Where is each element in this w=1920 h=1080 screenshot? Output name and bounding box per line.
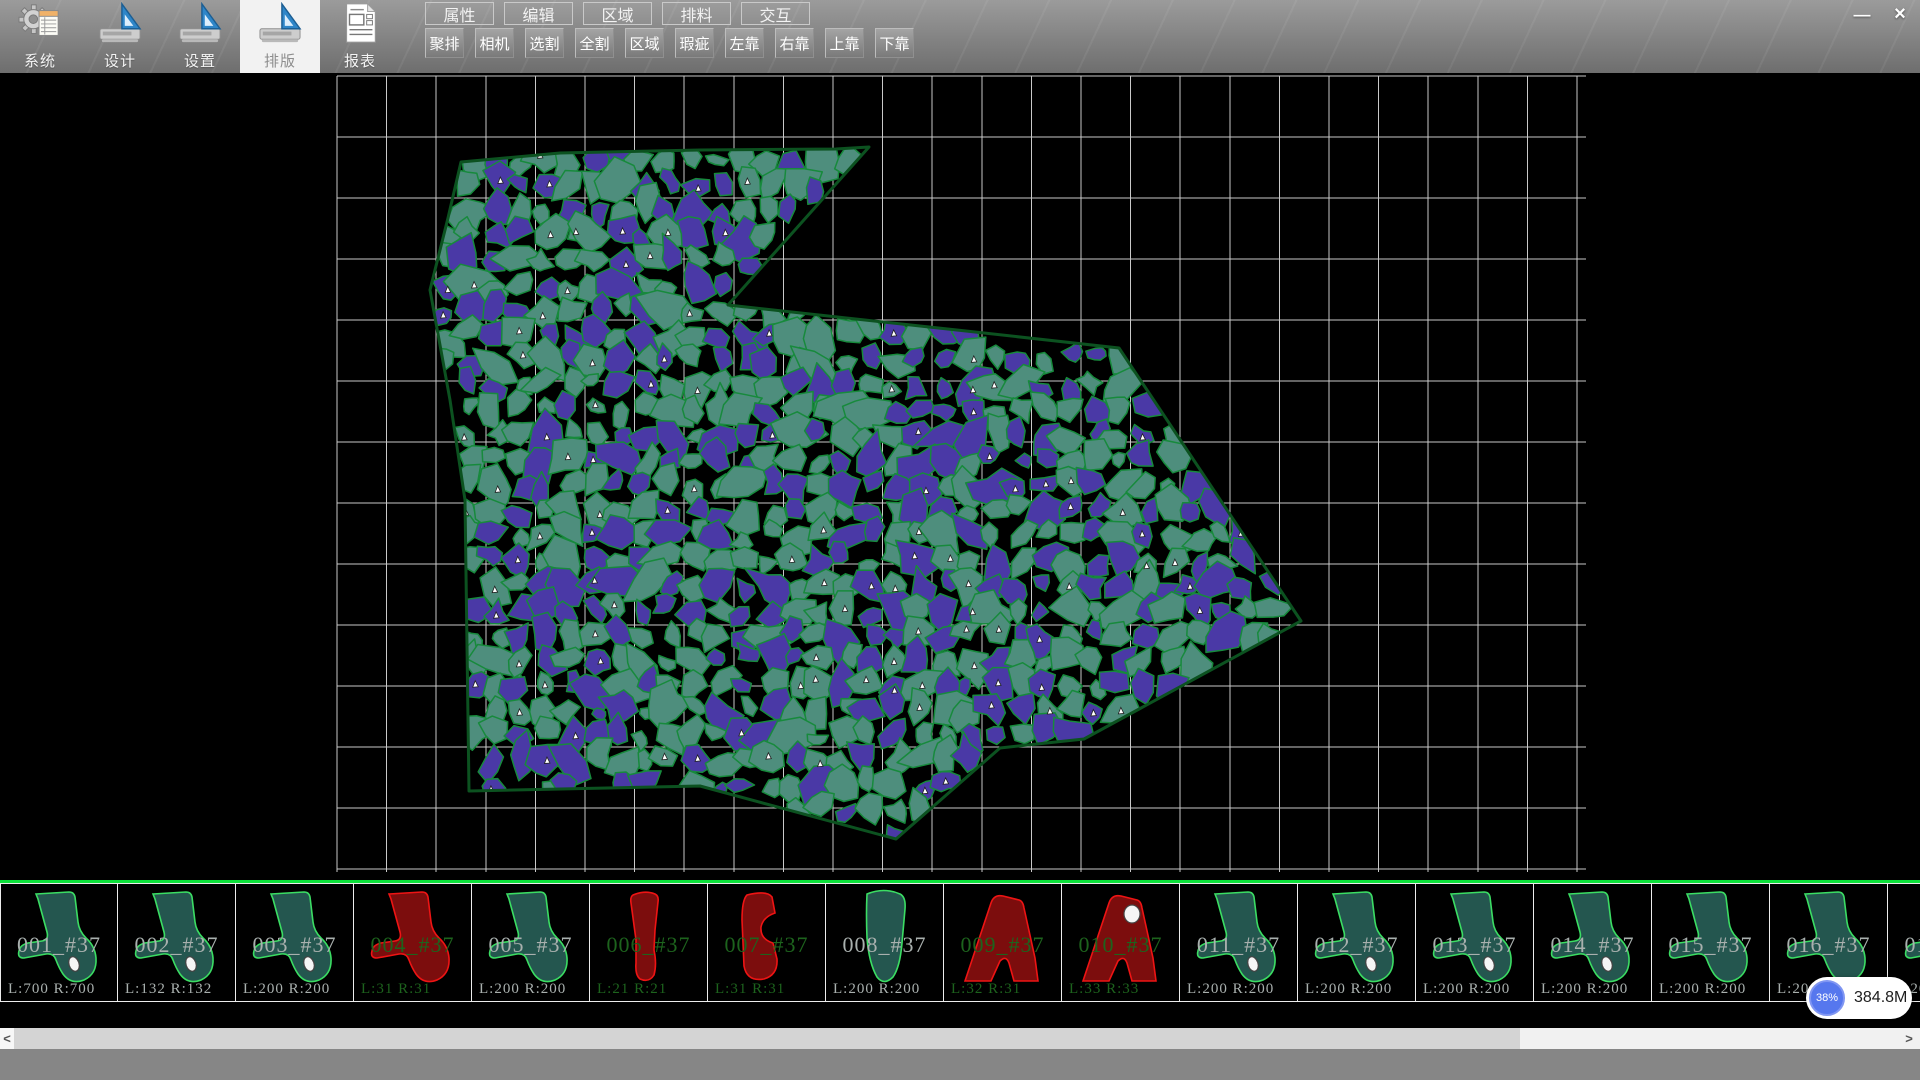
app-button-bar: 系统 设计 设置 排版 报表 <box>0 0 400 73</box>
piece-id-label: 013_#37 <box>1416 932 1533 958</box>
app-button-label: 设置 <box>184 50 216 71</box>
menu-tab-2[interactable]: 编辑 <box>504 2 573 25</box>
piece-thumbnail-014[interactable]: 014_#37 L:200 R:200 <box>1534 883 1652 1002</box>
piece-thumbnail-strip: 001_#37 L:700 R:700 002_#37 L:132 R:132 003_… <box>0 880 1920 1002</box>
piece-count-label: L:21 R:21 <box>597 981 667 998</box>
piece-thumbnail-005[interactable]: 005_#37 L:200 R:200 <box>472 883 590 1002</box>
piece-thumbnail-013[interactable]: 013_#37 L:200 R:200 <box>1416 883 1534 1002</box>
piece-thumbnail-004[interactable]: 004_#37 L:31 R:31 <box>354 883 472 1002</box>
piece-id-label: 004_#37 <box>354 932 471 958</box>
tool-button-bar: 聚排相机选割全割区域瑕疵左靠右靠上靠下靠 <box>425 28 914 58</box>
memory-badge: 38% 384.8M <box>1806 977 1912 1019</box>
close-button[interactable]: × <box>1885 2 1915 27</box>
nesting-canvas[interactable] <box>0 73 1920 880</box>
app-button-3[interactable]: 设置 <box>160 0 240 73</box>
tool-button-5[interactable]: 区域 <box>625 28 664 58</box>
status-footer <box>0 1049 1920 1080</box>
piece-count-label: L:200 R:200 <box>1541 981 1628 998</box>
piece-thumbnail-008[interactable]: 008_#37 L:200 R:200 <box>826 883 944 1002</box>
nesting-drawing[interactable] <box>0 73 1920 880</box>
piece-id-label: 007_#37 <box>708 932 825 958</box>
app-button-4[interactable]: 排版 <box>240 0 320 73</box>
piece-thumbnail-012[interactable]: 012_#37 L:200 R:200 <box>1298 883 1416 1002</box>
window-controls: — × <box>1847 2 1915 27</box>
tool-button-6[interactable]: 瑕疵 <box>675 28 714 58</box>
piece-count-label: L:200 R:200 <box>479 981 566 998</box>
piece-thumbnail-003[interactable]: 003_#37 L:200 R:200 <box>236 883 354 1002</box>
menu-tab-bar: 属性编辑区域排料交互 <box>425 2 810 25</box>
piece-id-label: 017_#37 <box>1888 932 1920 958</box>
piece-id-label: 015_#37 <box>1652 932 1769 958</box>
piece-count-label: L:200 R:200 <box>243 981 330 998</box>
piece-thumbnail-011[interactable]: 011_#37 L:200 R:200 <box>1180 883 1298 1002</box>
gear-icon <box>17 2 63 49</box>
menu-tab-1[interactable]: 属性 <box>425 2 494 25</box>
piece-count-label: L:200 R:200 <box>1423 981 1510 998</box>
menu-tab-5[interactable]: 交互 <box>741 2 810 25</box>
piece-count-label: L:700 R:700 <box>8 981 95 998</box>
piece-thumbnail-002[interactable]: 002_#37 L:132 R:132 <box>118 883 236 1002</box>
piece-id-label: 008_#37 <box>826 932 943 958</box>
app-button-label: 报表 <box>344 50 376 71</box>
piece-id-label: 002_#37 <box>118 932 235 958</box>
piece-count-label: L:31 R:31 <box>715 981 785 998</box>
set-square-icon <box>97 2 143 49</box>
piece-thumbnail-010[interactable]: 010_#37 L:33 R:33 <box>1062 883 1180 1002</box>
piece-count-label: L:200 R:200 <box>1659 981 1746 998</box>
piece-count-label: L:33 R:33 <box>1069 981 1139 998</box>
minimize-button[interactable]: — <box>1847 2 1877 27</box>
app-button-1[interactable]: 系统 <box>0 0 80 73</box>
tool-button-3[interactable]: 选割 <box>525 28 564 58</box>
piece-thumbnail-006[interactable]: 006_#37 L:21 R:21 <box>590 883 708 1002</box>
piece-count-label: L:132 R:132 <box>125 981 212 998</box>
piece-thumbnail-009[interactable]: 009_#37 L:32 R:31 <box>944 883 1062 1002</box>
tool-button-2[interactable]: 相机 <box>475 28 514 58</box>
piece-count-label: L:32 R:31 <box>951 981 1021 998</box>
piece-id-label: 001_#37 <box>1 932 117 958</box>
piece-count-label: L:31 R:31 <box>361 981 431 998</box>
piece-id-label: 011_#37 <box>1180 932 1297 958</box>
set-square-icon <box>257 2 303 49</box>
app-button-label: 排版 <box>264 50 296 71</box>
menu-tab-4[interactable]: 排料 <box>662 2 731 25</box>
piece-id-label: 009_#37 <box>944 932 1061 958</box>
nested-pieces <box>423 133 1294 838</box>
app-button-5[interactable]: 报表 <box>320 0 400 73</box>
tool-button-9[interactable]: 上靠 <box>825 28 864 58</box>
piece-thumbnail-007[interactable]: 007_#37 L:31 R:31 <box>708 883 826 1002</box>
tool-button-8[interactable]: 右靠 <box>775 28 814 58</box>
scroll-right-arrow[interactable]: > <box>1902 1028 1916 1049</box>
toolbar: 系统设计设置排版报表 属性编辑区域排料交互 聚排相机选割全割区域瑕疵左靠右靠上靠… <box>0 0 1920 73</box>
app-window: 系统设计设置排版报表 属性编辑区域排料交互 聚排相机选割全割区域瑕疵左靠右靠上靠… <box>0 0 1920 1080</box>
piece-id-label: 014_#37 <box>1534 932 1651 958</box>
tool-button-10[interactable]: 下靠 <box>875 28 914 58</box>
piece-id-label: 005_#37 <box>472 932 589 958</box>
piece-id-label: 006_#37 <box>590 932 707 958</box>
scrollbar-thumb[interactable] <box>14 1028 1520 1049</box>
piece-count-label: L:200 R:200 <box>1305 981 1392 998</box>
piece-thumbnail-001[interactable]: 001_#37 L:700 R:700 <box>0 883 118 1002</box>
app-button-label: 系统 <box>24 50 56 71</box>
piece-id-label: 012_#37 <box>1298 932 1415 958</box>
tool-button-1[interactable]: 聚排 <box>425 28 464 58</box>
piece-thumbnail-015[interactable]: 015_#37 L:200 R:200 <box>1652 883 1770 1002</box>
progress-circle-badge: 38% <box>1809 980 1845 1016</box>
piece-id-label: 003_#37 <box>236 932 353 958</box>
tool-button-7[interactable]: 左靠 <box>725 28 764 58</box>
tool-button-4[interactable]: 全割 <box>575 28 614 58</box>
piece-count-label: L:200 R:200 <box>833 981 920 998</box>
memory-value: 384.8M <box>1854 977 1907 1019</box>
app-button-2[interactable]: 设计 <box>80 0 160 73</box>
piece-id-label: 010_#37 <box>1062 932 1179 958</box>
piece-id-label: 016_#37 <box>1770 932 1887 958</box>
scroll-left-arrow[interactable]: < <box>0 1028 14 1049</box>
set-square-icon <box>177 2 223 49</box>
app-button-label: 设计 <box>104 50 136 71</box>
piece-count-label: L:200 R:200 <box>1187 981 1274 998</box>
menu-tab-3[interactable]: 区域 <box>583 2 652 25</box>
horizontal-scrollbar[interactable]: < > <box>0 1028 1920 1049</box>
report-icon <box>337 2 383 49</box>
